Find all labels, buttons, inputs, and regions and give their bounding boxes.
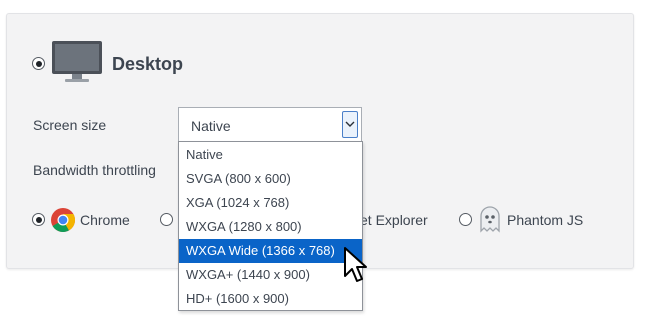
- phantom-radio[interactable]: [459, 213, 472, 226]
- screen-size-value: Native: [191, 118, 231, 134]
- option-native[interactable]: Native: [179, 143, 362, 167]
- ghost-icon: [480, 206, 500, 233]
- chevron-down-icon: [345, 121, 355, 127]
- screen-size-label: Screen size: [33, 117, 107, 133]
- option-wxga[interactable]: WXGA (1280 x 800): [179, 215, 362, 239]
- screen-size-select[interactable]: Native: [178, 107, 362, 142]
- chrome-label: Chrome: [80, 212, 130, 228]
- option-wxga-wide[interactable]: WXGA Wide (1366 x 768): [179, 239, 362, 263]
- chrome-icon: [51, 208, 76, 233]
- option-xga[interactable]: XGA (1024 x 768): [179, 191, 362, 215]
- desktop-radio[interactable]: [32, 57, 45, 70]
- phantom-label: Phantom JS: [507, 212, 584, 228]
- desktop-heading: Desktop: [112, 54, 184, 74]
- option-wxga-plus[interactable]: WXGA+ (1440 x 900): [179, 263, 362, 287]
- ie-label: et Explorer: [360, 212, 428, 228]
- ie-radio[interactable]: [160, 213, 173, 226]
- screen-size-options-list: Native SVGA (800 x 600) XGA (1024 x 768)…: [178, 141, 363, 311]
- bandwidth-label: Bandwidth throttling: [33, 162, 156, 178]
- chrome-radio[interactable]: [32, 213, 45, 226]
- option-hd-plus[interactable]: HD+ (1600 x 900): [179, 287, 362, 311]
- mouse-pointer-icon: [344, 247, 367, 282]
- monitor-icon: [52, 41, 102, 82]
- option-svga[interactable]: SVGA (800 x 600): [179, 167, 362, 191]
- dropdown-arrow-button[interactable]: [342, 111, 358, 138]
